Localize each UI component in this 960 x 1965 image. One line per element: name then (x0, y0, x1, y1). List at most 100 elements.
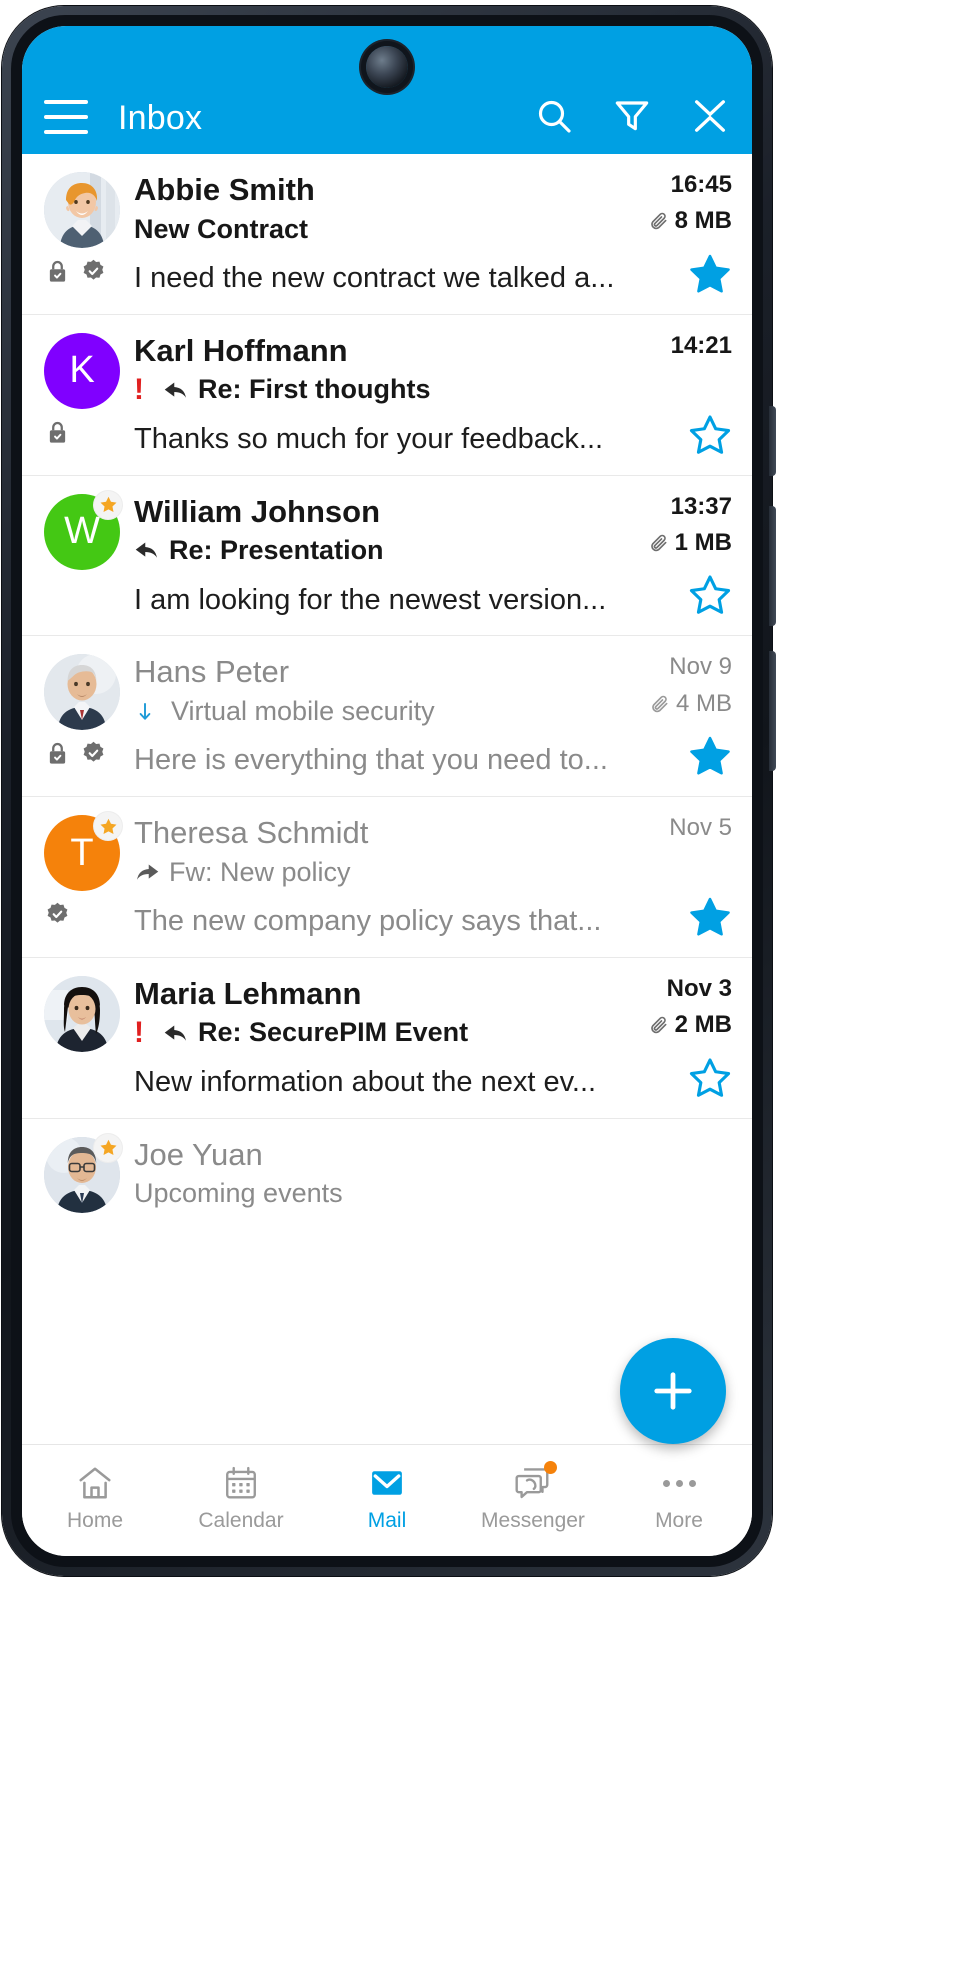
mail-row[interactable]: T Theresa Schmidt Fw: New policy The new… (22, 797, 752, 958)
mail-row[interactable]: Hans Peter Virtual mobile security Here … (22, 636, 752, 798)
mail-body: Hans Peter Virtual mobile security Here … (130, 654, 620, 778)
subject-line: ! Re: SecurePIM Event (134, 1016, 620, 1048)
subject-text: Fw: New policy (169, 856, 351, 887)
filter-icon[interactable] (612, 96, 652, 136)
timestamp: 16:45 (670, 171, 732, 198)
preview-text: Thanks so much for your feedback... (134, 422, 604, 455)
mail-row[interactable]: W William Johnson Re: Presentation I am … (22, 476, 752, 637)
flag-star-outline[interactable] (688, 399, 732, 457)
mail-meta: Nov 5 (620, 814, 732, 939)
search-icon[interactable] (534, 96, 574, 136)
flag-star-outline[interactable] (688, 559, 732, 617)
avatar-initial: K (69, 349, 95, 392)
front-camera-notch (366, 46, 408, 88)
mail-meta: 13:37 1 MB (620, 492, 732, 618)
avatar-initial: T (70, 831, 94, 874)
nav-item-messenger[interactable]: Messenger (460, 1461, 606, 1533)
avatar-wrap: T (44, 812, 122, 939)
collapse-icon[interactable] (690, 96, 730, 136)
avatar-photo-woman-dark (44, 975, 120, 1052)
nav-item-more[interactable]: More (606, 1464, 752, 1533)
timestamp: 13:37 (670, 492, 732, 520)
preview-text: Here is everything that you need to... (134, 744, 608, 777)
mail-icon (368, 1464, 406, 1502)
screenshot-root: Inbox Abbie Smith New Contract I need th… (0, 0, 960, 1965)
flag-star-filled[interactable] (688, 238, 732, 296)
timestamp: 14:21 (670, 331, 732, 359)
subject-line: New Contract (134, 213, 620, 245)
avatar[interactable] (44, 975, 120, 1052)
mail-meta (620, 1137, 732, 1213)
signature-seal-icon (80, 258, 107, 285)
mail-row[interactable]: Abbie Smith New Contract I need the new … (22, 154, 752, 315)
subject-text: Re: First thoughts (198, 374, 431, 405)
attachment-size: 2 MB (674, 1011, 732, 1039)
mail-row[interactable]: K Karl Hoffmann ! Re: First thoughts Tha… (22, 315, 752, 476)
mail-body: Abbie Smith New Contract I need the new … (130, 172, 620, 296)
phone-screen: Inbox Abbie Smith New Contract I need th… (22, 26, 752, 1556)
paperclip-icon (649, 1015, 669, 1035)
mail-envelope-icon (372, 1471, 402, 1495)
avatar[interactable] (44, 654, 120, 731)
phone-side-button-power[interactable] (769, 651, 776, 771)
sender-name: Karl Hoffmann (134, 332, 348, 368)
reply-arrow-icon (163, 377, 189, 403)
security-icons (44, 740, 107, 767)
nav-label: Home (66, 1509, 124, 1532)
security-icons (44, 901, 71, 928)
subject-text: Re: SecurePIM Event (198, 1017, 469, 1048)
avatar[interactable]: K (44, 332, 120, 409)
forward-arrow-icon (134, 859, 160, 885)
mail-body: Theresa Schmidt Fw: New policy The new c… (130, 815, 620, 939)
paperclip-icon (649, 533, 669, 553)
subject-line: Re: Presentation (134, 534, 620, 566)
page-title: Inbox (118, 99, 203, 137)
phone-bezel: Inbox Abbie Smith New Contract I need th… (11, 15, 763, 1567)
vip-star-badge (94, 812, 122, 841)
security-icons (44, 258, 107, 285)
nav-item-calendar[interactable]: Calendar (168, 1464, 314, 1533)
mail-row[interactable]: Maria Lehmann ! Re: SecurePIM Event New … (22, 958, 752, 1119)
bottom-navigation: Home Calendar Mail Messenger More (22, 1444, 752, 1556)
attachment-size: 4 MB (675, 689, 732, 717)
timestamp: Nov 5 (669, 814, 732, 842)
mail-row[interactable]: Joe Yuan Upcoming events (22, 1119, 752, 1231)
security-icons (44, 419, 71, 446)
attachment-info: 8 MB (649, 207, 732, 235)
subject-line: Fw: New policy (134, 856, 620, 888)
flag-star-filled[interactable] (688, 720, 732, 778)
reply-arrow-icon (163, 1020, 189, 1046)
nav-item-home[interactable]: Home (22, 1464, 168, 1533)
timestamp: Nov 9 (669, 653, 732, 681)
lock-icon (44, 258, 71, 285)
sender-name: Abbie Smith (134, 172, 315, 207)
nav-item-mail[interactable]: Mail (314, 1464, 460, 1533)
plus-icon (654, 1372, 692, 1410)
nav-label: Mail (367, 1509, 407, 1532)
mail-meta: 16:45 8 MB (620, 171, 732, 296)
hamburger-menu-icon[interactable] (44, 100, 88, 134)
mail-list[interactable]: Abbie Smith New Contract I need the new … (22, 154, 752, 1444)
avatar-initial: W (64, 510, 100, 553)
subject-line: ! Re: First thoughts (134, 373, 620, 405)
nav-label: More (655, 1509, 703, 1532)
avatar-wrap (44, 654, 120, 778)
preview-text: New information about the next ev... (134, 1065, 597, 1098)
subject-text: Re: Presentation (169, 535, 384, 566)
reply-arrow-icon (134, 537, 160, 563)
avatar-wrap: W (44, 490, 122, 618)
phone-side-button-volume[interactable] (769, 506, 776, 626)
flag-star-outline[interactable] (688, 1042, 732, 1100)
phone-side-button-mute[interactable] (769, 406, 776, 476)
avatar[interactable] (44, 172, 120, 248)
subject-text: New Contract (134, 213, 309, 244)
home-icon (76, 1464, 114, 1502)
preview-text: I need the new contract we talked a... (134, 261, 615, 294)
messenger-icon (514, 1461, 557, 1502)
flag-star-filled[interactable] (688, 881, 732, 939)
lock-icon (44, 740, 71, 767)
sender-name: Theresa Schmidt (134, 815, 369, 851)
sender-name: Joe Yuan (134, 1136, 263, 1172)
subject-line: Virtual mobile security (134, 695, 620, 727)
compose-button[interactable] (620, 1338, 726, 1444)
